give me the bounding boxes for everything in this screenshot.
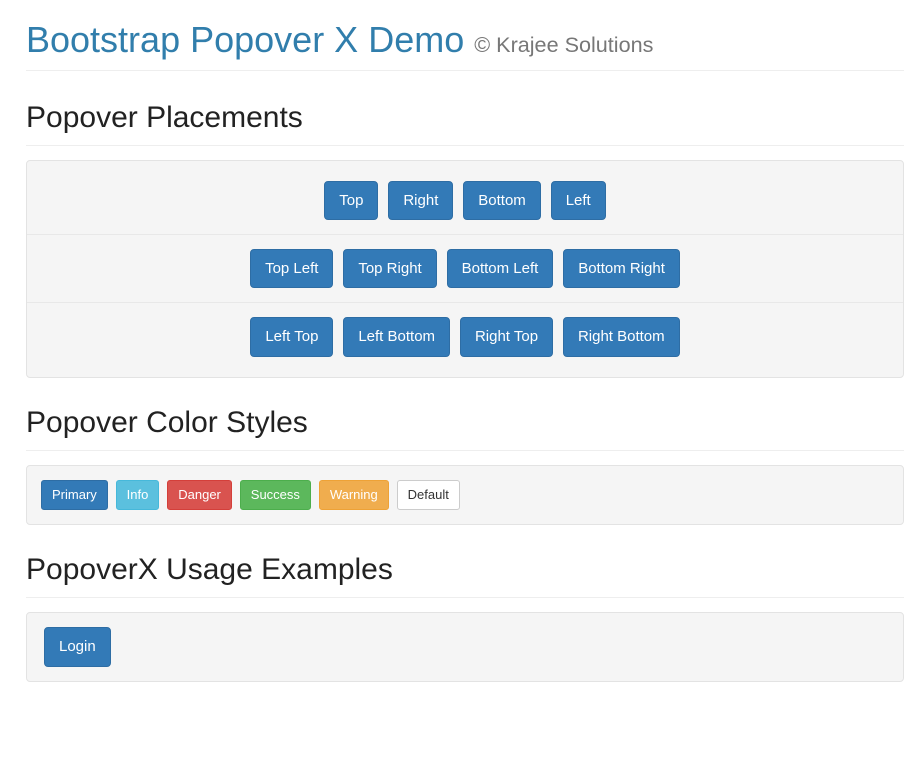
placements-row-1: Top Right Bottom Left <box>27 175 903 235</box>
page-header: Bootstrap Popover X Demo © Krajee Soluti… <box>26 20 904 71</box>
page-container: Bootstrap Popover X Demo © Krajee Soluti… <box>0 0 904 722</box>
placements-panel: Top Right Bottom Left Top Left Top Right… <box>26 160 904 378</box>
primary-button[interactable]: Primary <box>41 480 108 511</box>
bottom-button[interactable]: Bottom <box>463 181 541 220</box>
placements-row-3: Left Top Left Bottom Right Top Right Bot… <box>27 303 903 362</box>
top-left-button[interactable]: Top Left <box>250 249 333 288</box>
bottom-right-button[interactable]: Bottom Right <box>563 249 680 288</box>
page-title-text: Bootstrap Popover X Demo <box>26 19 464 60</box>
left-bottom-button[interactable]: Left Bottom <box>343 317 450 356</box>
right-top-button[interactable]: Right Top <box>460 317 553 356</box>
styles-panel: Primary Info Danger Success Warning Defa… <box>26 465 904 526</box>
left-button[interactable]: Left <box>551 181 606 220</box>
section-title-styles: Popover Color Styles <box>26 406 904 451</box>
right-bottom-button[interactable]: Right Bottom <box>563 317 680 356</box>
left-top-button[interactable]: Left Top <box>250 317 333 356</box>
warning-button[interactable]: Warning <box>319 480 389 511</box>
page-title: Bootstrap Popover X Demo © Krajee Soluti… <box>26 20 904 60</box>
page-copyright: © Krajee Solutions <box>474 32 653 57</box>
top-button[interactable]: Top <box>324 181 378 220</box>
section-title-placements: Popover Placements <box>26 101 904 146</box>
top-right-button[interactable]: Top Right <box>343 249 436 288</box>
section-title-usage: PopoverX Usage Examples <box>26 553 904 598</box>
danger-button[interactable]: Danger <box>167 480 232 511</box>
bottom-left-button[interactable]: Bottom Left <box>447 249 554 288</box>
default-button[interactable]: Default <box>397 480 460 511</box>
placements-row-2: Top Left Top Right Bottom Left Bottom Ri… <box>27 235 903 303</box>
usage-panel: Login <box>26 612 904 681</box>
right-button[interactable]: Right <box>388 181 453 220</box>
success-button[interactable]: Success <box>240 480 311 511</box>
info-button[interactable]: Info <box>116 480 160 511</box>
login-button[interactable]: Login <box>44 627 111 666</box>
